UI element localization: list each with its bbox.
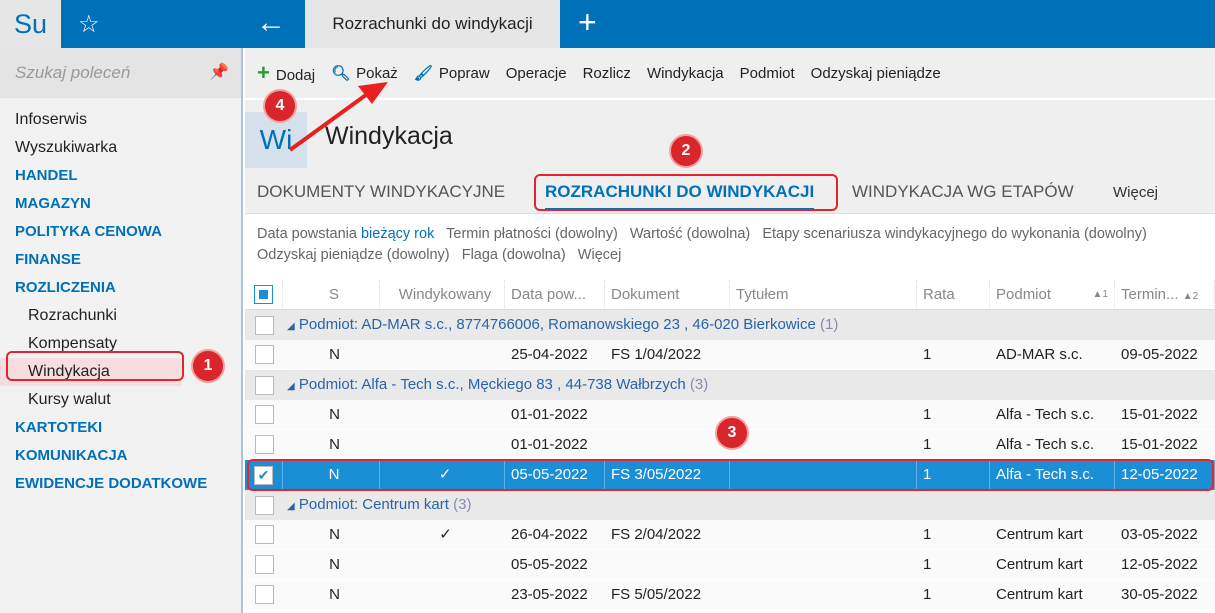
annotation-arrow bbox=[288, 82, 388, 152]
